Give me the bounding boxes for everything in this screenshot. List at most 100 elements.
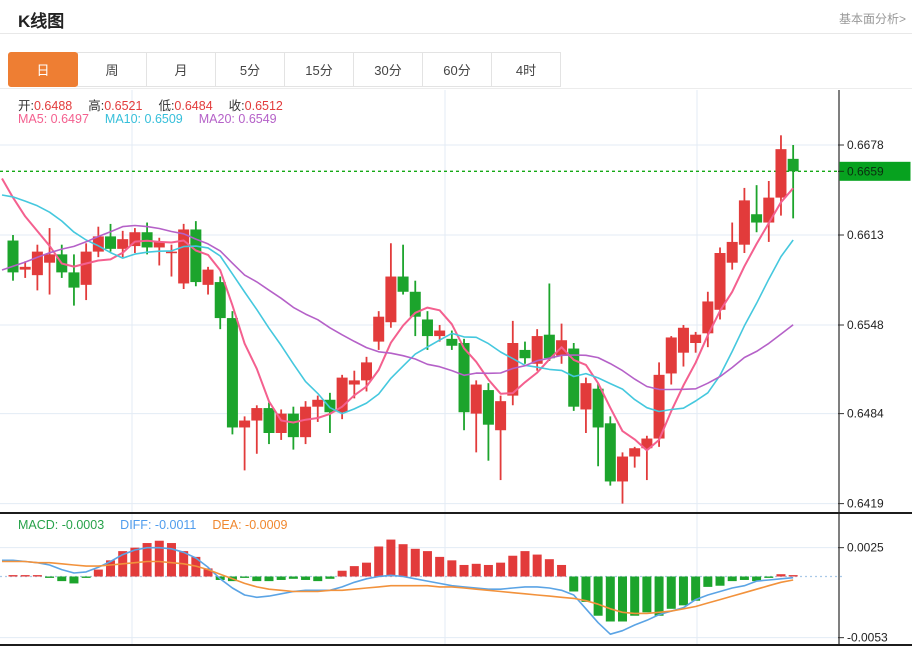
candle-body xyxy=(592,388,604,428)
candle-body xyxy=(202,269,214,285)
macd-hist-bar xyxy=(642,576,652,613)
candle-body xyxy=(117,239,129,249)
candle-body xyxy=(275,413,287,433)
macd-hist-bar xyxy=(45,576,55,578)
macd-hist-bar xyxy=(618,576,627,622)
macd-hist-bar xyxy=(93,569,103,577)
macd-hist-bar xyxy=(8,575,18,577)
candle-body xyxy=(446,338,458,346)
candle-body xyxy=(787,158,799,172)
macd-hist-bar xyxy=(20,575,30,577)
macd-hist-bar xyxy=(325,576,335,579)
y-axis-label: 0.6484 xyxy=(847,407,884,421)
candle-body xyxy=(373,316,385,342)
candle-body xyxy=(482,390,494,425)
tab-day[interactable]: 日 xyxy=(8,52,78,87)
macd-hist-bar xyxy=(374,546,384,577)
low-value: 0.6484 xyxy=(174,99,213,113)
candle-body xyxy=(470,384,482,414)
close-value: 0.6512 xyxy=(244,99,283,113)
candle-body xyxy=(263,408,275,433)
high-label: 高: xyxy=(88,99,105,113)
macd-hist-bar xyxy=(337,570,347,577)
macd-hist-bar xyxy=(666,576,676,609)
macd-hist-bar xyxy=(301,576,311,580)
low-label: 低: xyxy=(158,99,175,113)
candle-body xyxy=(178,229,190,284)
macd-hist-bar xyxy=(422,551,432,577)
macd-axis-label: -0.0053 xyxy=(847,631,888,645)
macd-hist-bar xyxy=(630,576,640,616)
candle-body xyxy=(690,334,702,343)
macd-hist-bar xyxy=(252,576,262,582)
macd-hist-bar xyxy=(313,576,323,582)
close-label: 收: xyxy=(228,99,245,113)
diff-label: DIFF: xyxy=(120,518,152,532)
candle-body xyxy=(495,401,507,431)
diff-value: -0.0011 xyxy=(154,518,197,532)
candle-body xyxy=(312,399,324,407)
macd-hist-bar xyxy=(593,576,603,616)
kline-widget: K线图 基本面分析> 日周月 5分 15分 30分 60分 4时 0.6678 0.6613… xyxy=(0,0,912,647)
candle-body xyxy=(80,251,92,285)
ma20-label: MA20: xyxy=(198,112,235,126)
macd-hist-bar xyxy=(398,544,408,577)
candle-body xyxy=(775,149,787,198)
macd-hist-bar xyxy=(240,576,250,578)
ma10-value: 0.6509 xyxy=(144,112,183,126)
candle-body xyxy=(239,420,251,428)
panel-separator xyxy=(0,512,912,514)
candle-body xyxy=(751,214,763,223)
macd-hist-bar xyxy=(764,576,774,578)
macd-hist-bar xyxy=(362,562,372,577)
macd-hist-bar xyxy=(276,576,286,580)
candle-body xyxy=(251,408,263,421)
macd-hist-bar xyxy=(557,564,567,577)
ma5-label: MA5: xyxy=(18,112,48,126)
macd-hist-bar xyxy=(581,576,591,602)
macd-hist-bar xyxy=(410,548,420,577)
candle-body xyxy=(165,251,177,254)
macd-hist-bar xyxy=(508,555,518,577)
candle-body xyxy=(105,236,117,249)
macd-hist-bar xyxy=(81,576,91,578)
ma-readout: MA5: 0.6497 MA10: 0.6509 MA20: 0.6549 xyxy=(18,112,277,126)
dea-value: -0.0009 xyxy=(245,518,288,532)
ma10-label: MA10: xyxy=(104,112,142,126)
macd-hist-bar xyxy=(691,576,701,601)
ma5-value: 0.6497 xyxy=(50,112,89,126)
y-axis-label: 0.6613 xyxy=(847,228,884,242)
candle-body xyxy=(68,272,80,288)
macd-hist-bar xyxy=(776,574,786,577)
macd-hist-bar xyxy=(520,551,530,577)
macd-axis-label: 0.0025 xyxy=(847,541,884,555)
macd-hist-bar xyxy=(715,576,725,586)
macd-hist-bar xyxy=(569,576,579,592)
open-label: 开: xyxy=(18,99,34,113)
macd-hist-bar xyxy=(788,575,798,577)
high-value: 0.6521 xyxy=(104,99,143,113)
macd-hist-bar xyxy=(471,563,481,577)
candle-body xyxy=(214,282,226,319)
macd-hist-bar xyxy=(57,576,67,582)
candle-body xyxy=(519,349,531,359)
macd-hist-bar xyxy=(349,566,359,577)
macd-hist-bar xyxy=(386,539,396,577)
macd-hist-bar xyxy=(288,576,298,579)
macd-hist-bar xyxy=(654,576,664,616)
candle-body xyxy=(385,276,397,323)
macd-hist-bar xyxy=(544,559,554,577)
candle-body xyxy=(287,413,299,438)
macd-hist-bar xyxy=(496,562,506,577)
y-axis-label: 0.6419 xyxy=(847,497,884,511)
macd-panel xyxy=(0,539,845,636)
candle-body xyxy=(580,383,592,410)
macd-hist-bar xyxy=(69,576,79,584)
macd-hist-bar xyxy=(727,576,737,582)
macd-hist-bar xyxy=(739,576,749,580)
candlesticks xyxy=(7,135,799,504)
macd-hist-bar xyxy=(532,554,542,577)
macd-hist-bar xyxy=(154,540,164,577)
candle-body xyxy=(44,254,56,263)
candle-body xyxy=(617,456,628,482)
